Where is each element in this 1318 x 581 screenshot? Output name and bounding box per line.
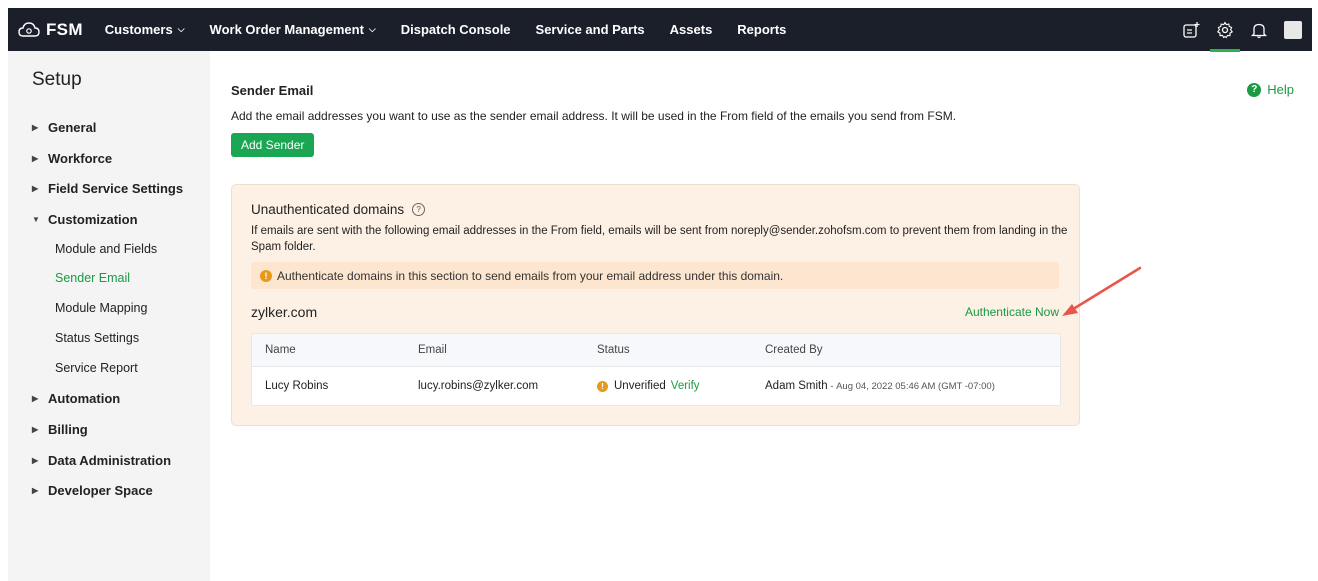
cell-name: Lucy Robins <box>265 380 329 392</box>
sidebar-item-customization[interactable]: ▼ Customization <box>32 212 138 227</box>
sidebar-item-label: Customization <box>48 212 138 227</box>
sidebar-item-label: Automation <box>48 391 121 406</box>
help-label: Help <box>1267 82 1294 97</box>
user-avatar[interactable] <box>1282 19 1304 41</box>
nav-work-order-label: Work Order Management <box>209 22 364 37</box>
cell-created-by: Adam Smith - Aug 04, 2022 05:46 AM (GMT … <box>765 367 995 405</box>
created-date: Aug 04, 2022 05:46 AM (GMT -07:00) <box>836 380 995 392</box>
sidebar-item-label: Field Service Settings <box>48 181 184 196</box>
caret-right-icon: ▶ <box>32 123 39 132</box>
sidebar-item-label: General <box>48 120 97 135</box>
annotation-arrow-icon <box>1062 266 1142 316</box>
table-row[interactable]: Lucy Robins lucy.robins@zylker.com ! Unv… <box>252 367 1060 405</box>
panel-title-text: Unauthenticated domains <box>251 202 405 217</box>
info-warning-icon: ! <box>260 269 272 282</box>
topbar-icons <box>1168 8 1304 52</box>
top-navigation-bar: FSM Customers ⌵ Work Order Management ⌵ … <box>8 8 1312 52</box>
panel-description: If emails are sent with the following em… <box>251 225 1068 253</box>
nav-reports-label: Reports <box>737 22 787 37</box>
help-link[interactable]: ? Help <box>1247 82 1294 97</box>
brand-name: FSM <box>46 19 83 39</box>
created-separator: - <box>827 380 837 392</box>
column-header-name: Name <box>265 344 296 356</box>
main-nav: Customers ⌵ Work Order Management ⌵ Disp… <box>105 8 812 51</box>
sidebar-item-label: Billing <box>48 422 88 437</box>
nav-dispatch-console[interactable]: Dispatch Console <box>401 22 511 37</box>
page-title: Sender Email <box>231 83 314 98</box>
sidebar-item-general[interactable]: ▶ General <box>32 120 96 135</box>
caret-right-icon: ▶ <box>32 425 39 434</box>
add-sender-button[interactable]: Add Sender <box>231 133 315 157</box>
authenticate-notice: ! Authenticate domains in this section t… <box>251 262 1059 289</box>
sidebar-subitem-module-and-fields[interactable]: Module and Fields <box>55 242 157 256</box>
caret-down-icon: ▼ <box>32 215 40 224</box>
sidebar-subitem-sender-email[interactable]: Sender Email <box>55 271 130 285</box>
sidebar-item-label: Developer Space <box>48 483 153 498</box>
page-description: Add the email addresses you want to use … <box>231 109 957 123</box>
caret-right-icon: ▶ <box>32 394 39 403</box>
cell-email: lucy.robins@zylker.com <box>418 380 539 392</box>
caret-right-icon: ▶ <box>32 184 39 193</box>
bell-icon[interactable] <box>1248 19 1270 41</box>
sidebar-item-field-service-settings[interactable]: ▶ Field Service Settings <box>32 181 183 196</box>
nav-customers[interactable]: Customers ⌵ <box>105 22 185 37</box>
sidebar-item-label: Data Administration <box>48 453 172 468</box>
brand-logo[interactable]: FSM <box>18 20 83 40</box>
sidebar-item-billing[interactable]: ▶ Billing <box>32 422 88 437</box>
sidebar-subitem-status-settings[interactable]: Status Settings <box>55 331 139 345</box>
setup-sidebar: Setup ▶ General ▶ Workforce ▶ Field Serv… <box>8 51 210 581</box>
caret-right-icon: ▶ <box>32 154 39 163</box>
sidebar-subitem-service-report[interactable]: Service Report <box>55 361 138 375</box>
add-note-icon[interactable] <box>1180 19 1202 41</box>
sidebar-item-developer-space[interactable]: ▶ Developer Space <box>32 483 153 498</box>
column-header-status: Status <box>597 344 630 356</box>
table-header: Name Email Status Created By <box>252 334 1060 367</box>
column-header-email: Email <box>418 344 447 356</box>
nav-assets-label: Assets <box>669 22 713 37</box>
help-icon: ? <box>1247 82 1262 97</box>
sender-table: Name Email Status Created By Lucy Robins… <box>251 333 1061 406</box>
cell-status: ! Unverified Verify <box>597 367 700 405</box>
app-frame: FSM Customers ⌵ Work Order Management ⌵ … <box>8 8 1312 581</box>
nav-assets[interactable]: Assets <box>670 22 713 37</box>
verify-link[interactable]: Verify <box>671 380 700 392</box>
nav-service-parts-label: Service and Parts <box>535 22 645 37</box>
status-text: Unverified <box>614 380 666 392</box>
panel-title: Unauthenticated domains ? <box>251 202 426 217</box>
unauthenticated-domains-panel: Unauthenticated domains ? If emails are … <box>231 184 1080 426</box>
sidebar-item-workforce[interactable]: ▶ Workforce <box>32 151 112 166</box>
gear-icon[interactable] <box>1210 19 1240 52</box>
chevron-down-icon: ⌵ <box>368 24 376 34</box>
nav-work-order-management[interactable]: Work Order Management ⌵ <box>210 22 376 37</box>
caret-right-icon: ▶ <box>32 486 39 495</box>
nav-reports[interactable]: Reports <box>737 22 786 37</box>
avatar <box>1284 20 1302 39</box>
sidebar-item-label: Workforce <box>48 151 113 166</box>
sidebar-item-data-administration[interactable]: ▶ Data Administration <box>32 453 171 468</box>
question-circle-icon[interactable]: ? <box>412 203 426 216</box>
chevron-down-icon: ⌵ <box>177 24 185 34</box>
creator-name: Adam Smith <box>765 380 828 392</box>
sidebar-title: Setup <box>32 69 82 90</box>
nav-service-and-parts[interactable]: Service and Parts <box>536 22 645 37</box>
cloud-gear-logo-icon <box>18 21 40 37</box>
warning-icon: ! <box>597 380 608 392</box>
authenticate-now-link[interactable]: Authenticate Now <box>965 305 1059 319</box>
nav-dispatch-label: Dispatch Console <box>400 22 511 37</box>
domain-name: zylker.com <box>251 304 318 320</box>
nav-customers-label: Customers <box>104 22 173 37</box>
caret-right-icon: ▶ <box>32 456 39 465</box>
sidebar-subitem-module-mapping[interactable]: Module Mapping <box>55 301 147 315</box>
column-header-created-by: Created By <box>765 344 823 356</box>
sidebar-item-automation[interactable]: ▶ Automation <box>32 391 120 406</box>
notice-text: Authenticate domains in this section to … <box>277 268 784 283</box>
